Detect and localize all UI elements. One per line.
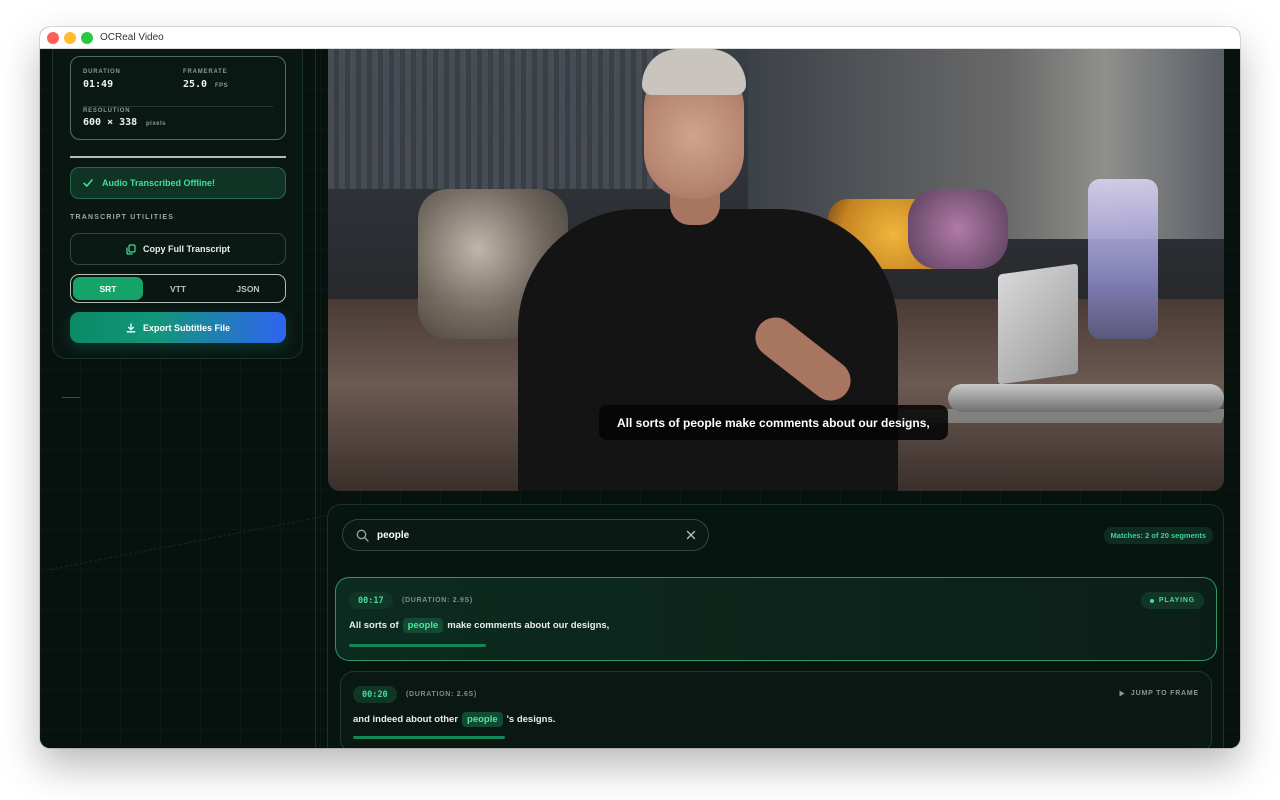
search-match-count: Matches: 2 of 20 segments (1103, 527, 1213, 544)
framerate-value: 25.0 (183, 79, 208, 90)
format-option-json[interactable]: JSON (213, 277, 283, 300)
video-frame-background (328, 49, 688, 189)
segment-text: All sorts of people make comments about … (349, 618, 609, 633)
video-player[interactable]: All sorts of people make comments about … (328, 49, 1224, 491)
copy-transcript-button[interactable]: Copy Full Transcript (70, 233, 286, 265)
search-input[interactable] (377, 520, 686, 550)
search-highlight: people (402, 618, 444, 633)
segment-progress-bar (353, 736, 505, 739)
video-frame-person (642, 49, 746, 95)
segment-timecode: 00:20 (353, 686, 397, 703)
duration-value: 01:49 (83, 79, 114, 90)
format-option-srt[interactable]: SRT (73, 277, 143, 300)
segment-progress-bar (349, 644, 486, 647)
segment-text-before: All sorts of (349, 620, 399, 631)
title-bar: OCReal Video (40, 27, 1240, 49)
search-icon (356, 529, 369, 542)
app-window: OCReal Video DURATION 01:49 FRAMERATE 25… (40, 27, 1240, 748)
window-title: OCReal Video (100, 32, 164, 43)
video-frame-person (518, 209, 898, 491)
export-subtitles-label: Export Subtitles File (142, 322, 230, 333)
playing-badge: PLAYING (1140, 592, 1204, 609)
utilities-section-title: TRANSCRIPT UTILITIES (70, 214, 175, 221)
segment-duration: (DURATION: 2.6S) (406, 691, 477, 698)
transcript-segment[interactable]: 00:17 (DURATION: 2.9S) PLAYING All sorts… (335, 577, 1217, 661)
jump-to-frame-button[interactable]: JUMP TO FRAME (1119, 690, 1199, 697)
video-metadata-card: DURATION 01:49 FRAMERATE 25.0 FPS RESOLU… (70, 56, 286, 140)
jump-to-frame-label: JUMP TO FRAME (1130, 690, 1199, 697)
transcript-search (342, 519, 709, 551)
sidebar-panel: DURATION 01:49 FRAMERATE 25.0 FPS RESOLU… (52, 49, 303, 359)
app-body: DURATION 01:49 FRAMERATE 25.0 FPS RESOLU… (40, 49, 1240, 748)
format-selector: SRT VTT JSON (70, 274, 286, 303)
close-icon[interactable] (686, 530, 696, 540)
video-frame-object (908, 189, 1008, 269)
search-highlight: people (462, 712, 503, 727)
minimize-window-button[interactable] (64, 32, 76, 44)
segment-duration: (DURATION: 2.9S) (402, 597, 473, 604)
video-frame-object (1088, 179, 1158, 339)
check-icon (83, 179, 93, 187)
segment-text-before: and indeed about other (353, 714, 459, 725)
resolution-value: 600 × 338 (83, 117, 138, 128)
transcript-segment[interactable]: 00:20 (DURATION: 2.6S) JUMP TO FRAME and… (340, 671, 1212, 748)
transcription-status-banner: Audio Transcribed Offline! (70, 167, 286, 199)
sidebar-divider (315, 49, 316, 748)
transcript-panel: Matches: 2 of 20 segments 00:17 (DURATIO… (327, 504, 1224, 748)
resolution-label: RESOLUTION (83, 108, 131, 114)
download-icon (126, 322, 136, 332)
format-option-vtt[interactable]: VTT (143, 277, 213, 300)
resolution-unit: pixels (146, 121, 167, 127)
framerate-label: FRAMERATE (183, 69, 228, 75)
playing-badge-label: PLAYING (1158, 597, 1195, 604)
sidebar-divider-line (70, 156, 286, 158)
zoom-window-button[interactable] (81, 32, 93, 44)
video-frame-object (948, 384, 1224, 412)
playing-indicator-dot (1149, 598, 1154, 603)
decorative-line (62, 397, 80, 398)
export-subtitles-button[interactable]: Export Subtitles File (70, 312, 286, 343)
framerate-unit: FPS (215, 83, 229, 89)
duration-label: DURATION (83, 69, 121, 75)
segment-timecode: 00:17 (349, 592, 393, 609)
metadata-divider (83, 106, 273, 107)
close-window-button[interactable] (47, 32, 59, 44)
copy-transcript-label: Copy Full Transcript (142, 244, 230, 254)
play-icon (1119, 690, 1125, 697)
copy-icon (126, 243, 136, 255)
transcription-status-text: Audio Transcribed Offline! (102, 178, 216, 188)
subtitle-overlay: All sorts of people make comments about … (599, 405, 948, 440)
segment-text-after: 's designs. (506, 714, 556, 725)
segment-text: and indeed about other people 's designs… (353, 712, 555, 727)
segment-text-after: make comments about our designs, (447, 620, 610, 631)
video-frame-object (998, 263, 1078, 385)
decorative-line (49, 506, 375, 570)
